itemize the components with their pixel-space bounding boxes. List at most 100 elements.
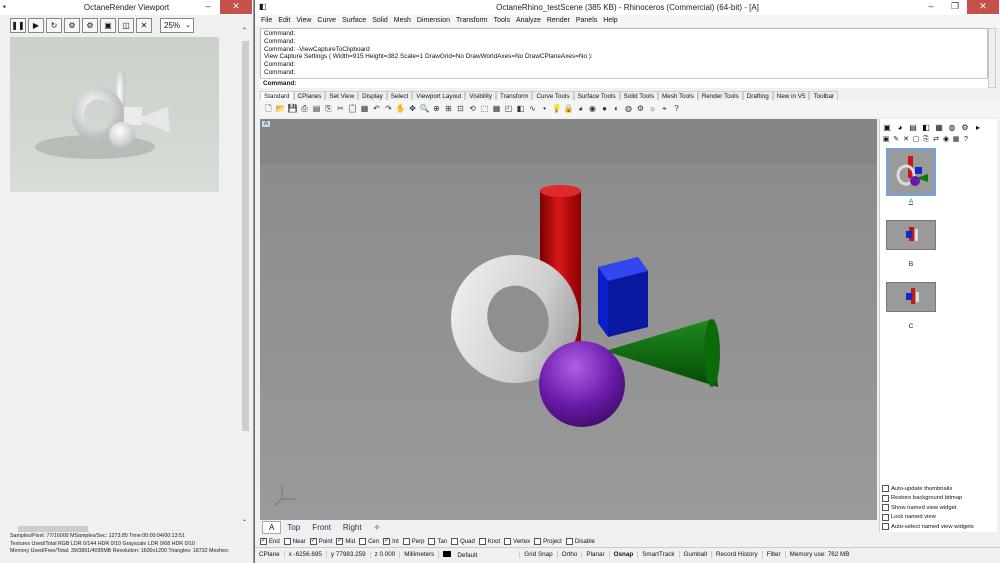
material-icon[interactable]: ◕ bbox=[575, 103, 586, 115]
menu-tools[interactable]: Tools bbox=[494, 15, 510, 27]
menu-dimension[interactable]: Dimension bbox=[417, 15, 450, 27]
minimize-icon[interactable]: – bbox=[919, 0, 943, 14]
toggle-smarttrack[interactable]: SmartTrack bbox=[637, 551, 678, 558]
select-icon[interactable]: ⬚ bbox=[479, 103, 490, 115]
menu-edit[interactable]: Edit bbox=[278, 15, 290, 27]
osnap-end[interactable]: ✓ End bbox=[260, 538, 280, 545]
scroll-thumb[interactable] bbox=[242, 41, 249, 431]
osnap-project[interactable]: Project bbox=[534, 538, 562, 545]
checkbox[interactable] bbox=[428, 538, 436, 545]
menu-view[interactable]: View bbox=[296, 15, 311, 27]
checkbox[interactable] bbox=[504, 538, 512, 545]
hand-icon[interactable]: ✋ bbox=[395, 103, 406, 115]
named-view-label[interactable]: B bbox=[886, 261, 936, 268]
tab-display[interactable]: Display bbox=[358, 91, 387, 100]
tab-cplanes[interactable]: CPlanes bbox=[293, 91, 326, 100]
region-button[interactable]: ◫ bbox=[118, 18, 134, 33]
color-wheel-icon[interactable]: ◉ bbox=[587, 103, 598, 115]
tab-mesh-tools[interactable]: Mesh Tools bbox=[657, 91, 698, 100]
toggle-planar[interactable]: Planar bbox=[581, 551, 608, 558]
named-view-label[interactable]: A bbox=[886, 198, 936, 205]
toggle-gumball[interactable]: Gumball bbox=[678, 551, 711, 558]
tab-view-right[interactable]: Right bbox=[337, 522, 368, 533]
status-layer[interactable]: Default bbox=[438, 550, 485, 559]
new-icon[interactable]: 🗋 bbox=[263, 103, 274, 115]
command-input[interactable]: Command: bbox=[260, 78, 988, 88]
osnap-tan[interactable]: Tan bbox=[428, 538, 447, 545]
properties-icon[interactable]: ▣ bbox=[882, 123, 892, 133]
osnap-cen[interactable]: Cen bbox=[359, 538, 379, 545]
tab-curve-tools[interactable]: Curve Tools bbox=[532, 91, 574, 100]
command-scrollbar[interactable] bbox=[988, 28, 996, 88]
osnap-vertex[interactable]: Vertex bbox=[504, 538, 530, 545]
delete-view-icon[interactable]: ✕ bbox=[902, 135, 910, 145]
undo-icon[interactable]: ↶ bbox=[371, 103, 382, 115]
tab-solid-tools[interactable]: Solid Tools bbox=[619, 91, 658, 100]
tab-toolbar[interactable]: Toolbar bbox=[809, 91, 839, 100]
minimize-icon[interactable]: – bbox=[196, 0, 220, 14]
add-view-icon[interactable]: ✧ bbox=[368, 522, 387, 533]
dimension-icon[interactable]: ⌖ bbox=[659, 103, 670, 115]
osnap-near[interactable]: Near bbox=[283, 538, 306, 545]
tab-view-top[interactable]: Top bbox=[281, 522, 306, 533]
menu-transform[interactable]: Transform bbox=[456, 15, 488, 27]
light-icon[interactable]: 💡 bbox=[551, 103, 562, 115]
tab-new-in-v5[interactable]: New in V5 bbox=[772, 91, 810, 100]
grid-view-icon[interactable]: ▦ bbox=[952, 135, 960, 145]
checkbox[interactable] bbox=[565, 538, 573, 545]
tab-transform[interactable]: Transform bbox=[495, 91, 533, 100]
tab-select[interactable]: Select bbox=[386, 91, 413, 100]
viewport-icon[interactable]: ◰ bbox=[503, 103, 514, 115]
zoom-selected-icon[interactable]: ⊡ bbox=[455, 103, 466, 115]
copy-view-icon[interactable]: ⎘ bbox=[922, 135, 930, 145]
option-show-named-view-widget[interactable]: Show named view widget bbox=[882, 503, 974, 513]
osnap-mid[interactable]: ✓ Mid bbox=[336, 538, 355, 545]
toggle-grid-snap[interactable]: Grid Snap bbox=[519, 551, 556, 558]
curve-icon[interactable]: ∿ bbox=[527, 103, 538, 115]
restart-button[interactable]: ↻ bbox=[46, 18, 62, 33]
menu-file[interactable]: File bbox=[261, 15, 272, 27]
checkbox[interactable] bbox=[882, 485, 889, 493]
pause-button[interactable]: ❚❚ bbox=[10, 18, 26, 33]
render-icon[interactable]: ◧ bbox=[921, 123, 931, 133]
close-icon[interactable]: ✕ bbox=[220, 0, 252, 14]
menu-solid[interactable]: Solid bbox=[372, 15, 388, 27]
checkbox[interactable] bbox=[451, 538, 459, 545]
camera-button[interactable]: ▣ bbox=[100, 18, 116, 33]
tab-surface-tools[interactable]: Surface Tools bbox=[573, 91, 620, 100]
osnap-quad[interactable]: Quad bbox=[451, 538, 475, 545]
toggle-record-history[interactable]: Record History bbox=[710, 551, 762, 558]
open-view-icon[interactable]: ▢ bbox=[912, 135, 920, 145]
status-units[interactable]: Millimeters bbox=[399, 551, 438, 558]
viewport-a[interactable]: A bbox=[260, 119, 877, 520]
toggle-ortho[interactable]: Ortho bbox=[556, 551, 582, 558]
osnap-int[interactable]: ✓ Int bbox=[383, 538, 399, 545]
menu-render[interactable]: Render bbox=[547, 15, 570, 27]
redo-icon[interactable]: ↷ bbox=[383, 103, 394, 115]
checkbox[interactable]: ✓ bbox=[383, 538, 391, 545]
menu-analyze[interactable]: Analyze bbox=[516, 15, 541, 27]
tab-viewport-layout[interactable]: Viewport Layout bbox=[412, 91, 466, 100]
tab-drafting[interactable]: Drafting bbox=[742, 91, 773, 100]
save-icon[interactable]: 💾 bbox=[287, 103, 298, 115]
clipboard-icon[interactable]: ▦ bbox=[359, 103, 370, 115]
zoom-window-icon[interactable]: ⊕ bbox=[431, 103, 442, 115]
lock-icon[interactable]: 🔒 bbox=[563, 103, 574, 115]
eye-icon[interactable]: ◉ bbox=[942, 135, 950, 145]
layers-icon[interactable]: ◕ bbox=[895, 123, 905, 133]
menu-panels[interactable]: Panels bbox=[576, 15, 597, 27]
cut-icon[interactable]: ✂ bbox=[335, 103, 346, 115]
paste-icon[interactable]: 📋 bbox=[347, 103, 358, 115]
checkbox[interactable] bbox=[402, 538, 410, 545]
checkbox[interactable]: ✓ bbox=[260, 538, 267, 545]
link-view-icon[interactable]: ⇄ bbox=[932, 135, 940, 145]
osnap-disable[interactable]: Disable bbox=[565, 538, 595, 545]
checkbox[interactable] bbox=[882, 523, 889, 531]
layer-icon[interactable]: ◧ bbox=[515, 103, 526, 115]
option-auto-select-named-view-widgets[interactable]: Auto-select named view widgets bbox=[882, 522, 974, 532]
checkbox[interactable] bbox=[283, 538, 291, 545]
menu-mesh[interactable]: Mesh bbox=[394, 15, 411, 27]
checkbox[interactable] bbox=[359, 538, 367, 545]
shaded-icon[interactable]: ● bbox=[599, 103, 610, 115]
menu-help[interactable]: Help bbox=[603, 15, 617, 27]
